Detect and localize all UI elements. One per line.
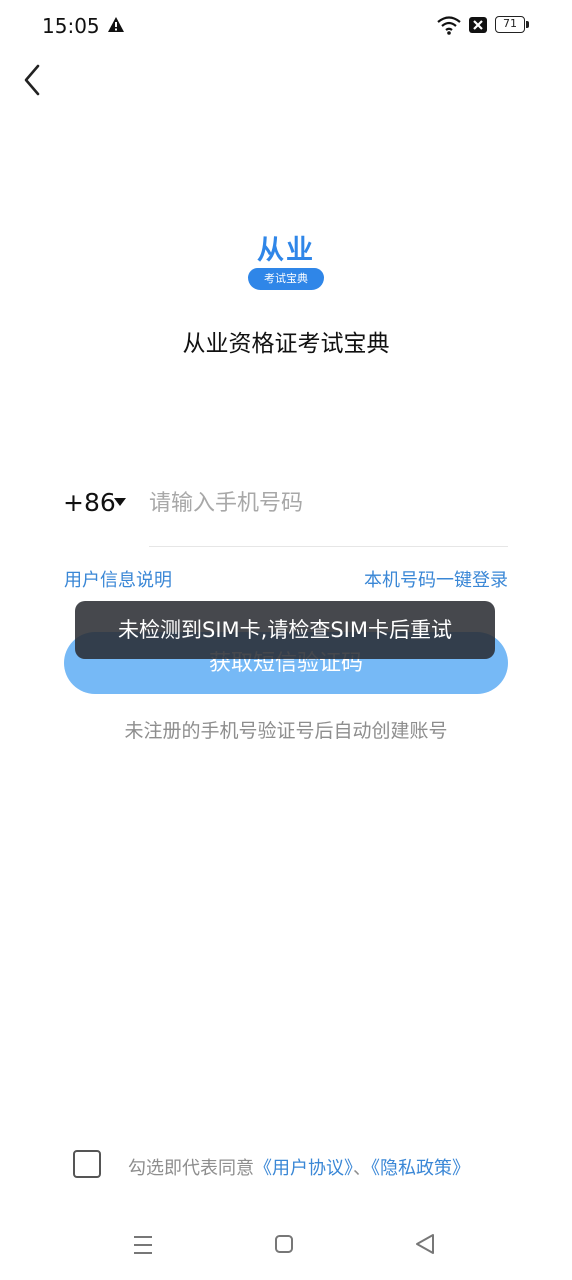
user-agreement-link[interactable]: 《用户协议》 [254, 1158, 353, 1179]
sim-missing-icon [469, 17, 487, 33]
home-icon[interactable] [274, 1234, 294, 1254]
logo-title: 从业 [257, 235, 315, 266]
agreement-checkbox[interactable] [73, 1150, 101, 1178]
agreement-text: 勾选即代表同意《用户协议》、《隐私政策》 [128, 1154, 470, 1180]
app-name: 从业资格证考试宝典 [182, 331, 390, 357]
caret-down-icon[interactable] [114, 497, 126, 507]
status-time: 15:05 [42, 14, 100, 38]
privacy-policy-link[interactable]: 《隐私政策》 [371, 1158, 470, 1179]
status-bar: 15:05 71 [0, 0, 572, 52]
warning-icon [108, 17, 124, 32]
agreement-separator: 、 [353, 1158, 371, 1179]
battery-level: 71 [503, 17, 517, 30]
agreement-prefix: 勾选即代表同意 [128, 1158, 254, 1179]
wifi-icon [437, 16, 461, 35]
country-code-selector[interactable]: +86 [63, 486, 116, 520]
logo-ribbon: 考试宝典 [248, 268, 324, 290]
battery-icon: 71 [495, 16, 529, 33]
menu-icon[interactable] [132, 1234, 154, 1256]
user-info-link[interactable]: 用户信息说明 [64, 566, 172, 592]
toast-message: 未检测到SIM卡,请检查SIM卡后重试 [75, 601, 495, 659]
app-logo: 从业 考试宝典 [238, 224, 334, 294]
back-triangle-icon[interactable] [414, 1233, 436, 1255]
auto-register-hint: 未注册的手机号验证号后自动创建账号 [124, 720, 448, 742]
input-divider [149, 546, 508, 547]
chevron-left-icon[interactable] [18, 60, 50, 100]
one-click-login-link[interactable]: 本机号码一键登录 [364, 566, 508, 592]
phone-input[interactable] [149, 484, 507, 522]
